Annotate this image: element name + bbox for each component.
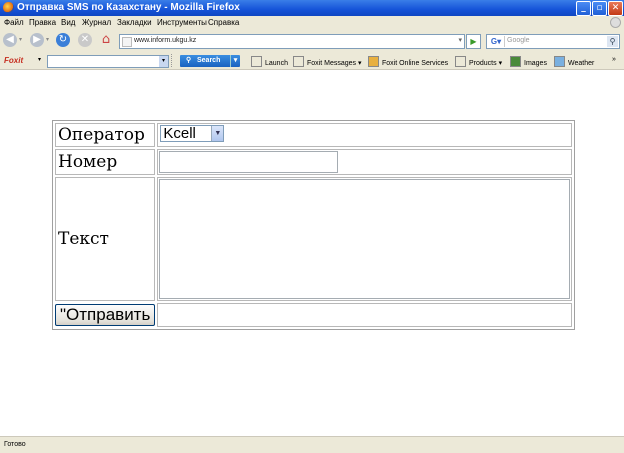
weather-icon (554, 56, 565, 67)
foxit-search-label: Search (197, 57, 221, 64)
foxit-messages-label: Foxit Messages (307, 60, 357, 67)
go-button[interactable]: ▶ (466, 34, 481, 49)
foxit-messages-button[interactable]: Foxit Messages ▾ (293, 56, 362, 67)
window-title: Отправка SMS по Казахстану - Mozilla Fir… (17, 2, 240, 13)
minimize-button[interactable]: _ (576, 1, 591, 16)
operator-value: Kcell (163, 125, 196, 142)
operator-select[interactable]: Kcell ▼ (160, 125, 225, 142)
toolbar-grip (171, 54, 175, 67)
firefox-icon (3, 2, 14, 13)
send-button[interactable]: "Отправить (55, 304, 156, 326)
url-bar[interactable]: www.inform.ukgu.kz ▾ (119, 34, 465, 49)
back-icon[interactable]: ◀ (3, 33, 17, 47)
messages-icon (293, 56, 304, 67)
foxit-toolbar: Foxit ▾ ▾ ⚲ Search ▾ Launch Foxit Messag… (0, 53, 624, 70)
launch-button[interactable]: Launch (251, 56, 288, 67)
throbber-icon (610, 17, 621, 28)
products-icon (455, 56, 466, 67)
number-cell (157, 149, 573, 175)
magnifier-icon: ⚲ (186, 57, 192, 64)
menu-history[interactable]: Журнал (82, 18, 111, 27)
launch-icon (251, 56, 262, 67)
online-services-icon (368, 56, 379, 67)
images-label: Images (524, 60, 547, 67)
search-dropdown-icon[interactable]: ▾ (230, 55, 240, 67)
operator-cell: Kcell ▼ (157, 123, 573, 147)
back-dropdown-icon[interactable]: ▾ (19, 36, 22, 43)
images-icon (510, 56, 521, 67)
text-cell (157, 177, 573, 301)
search-bar[interactable]: G▾ Google ⚲ (486, 34, 620, 49)
foxit-logo[interactable]: Foxit (4, 56, 23, 65)
search-placeholder: Google (507, 37, 530, 44)
search-icon[interactable]: ⚲ (607, 36, 618, 47)
google-engine-icon[interactable]: G▾ (488, 36, 505, 47)
text-label: Текст (55, 177, 156, 301)
toolbar-overflow-button[interactable]: » (612, 56, 616, 63)
number-row: Номер (55, 149, 573, 175)
empty-cell (157, 303, 573, 327)
status-text: Готово (4, 441, 26, 448)
message-textarea[interactable] (159, 179, 571, 299)
forward-icon[interactable]: ▶ (30, 33, 44, 47)
submit-cell: "Отправить (55, 303, 156, 327)
url-dropdown-icon[interactable]: ▾ (458, 36, 462, 44)
foxit-search-button[interactable]: ⚲ Search ▾ (180, 55, 240, 67)
title-bar: Отправка SMS по Казахстану - Mozilla Fir… (0, 0, 624, 16)
text-row: Текст (55, 177, 573, 301)
foxit-menu-dropdown-icon[interactable]: ▾ (38, 56, 41, 63)
menu-edit[interactable]: Правка (29, 18, 56, 27)
navigation-bar: ◀ ▾ ▶ ▾ ↻ ✕ ⌂ www.inform.ukgu.kz ▾ ▶ G▾ … (0, 29, 624, 54)
products-button[interactable]: Products ▾ (455, 56, 502, 67)
operator-label: Оператор (55, 123, 156, 147)
menu-file[interactable]: Файл (4, 18, 24, 27)
menu-tools[interactable]: Инструменты (157, 18, 207, 27)
number-label: Номер (55, 149, 156, 175)
page-content: Оператор Kcell ▼ Номер Текст "Отправить (0, 70, 624, 436)
menu-bookmarks[interactable]: Закладки (117, 18, 152, 27)
close-button[interactable]: ✕ (608, 1, 623, 16)
menu-bar: Файл Правка Вид Журнал Закладки Инструме… (0, 16, 624, 29)
online-services-label: Foxit Online Services (382, 60, 449, 67)
foxit-online-services-button[interactable]: Foxit Online Services (368, 56, 448, 67)
images-button[interactable]: Images (510, 56, 547, 67)
foxit-search-input[interactable]: ▾ (47, 55, 169, 68)
sms-form-table: Оператор Kcell ▼ Номер Текст "Отправить (52, 120, 576, 330)
home-icon[interactable]: ⌂ (99, 33, 113, 47)
page-favicon-icon (122, 37, 132, 47)
menu-view[interactable]: Вид (61, 18, 75, 27)
weather-button[interactable]: Weather (554, 56, 594, 67)
chevron-down-icon[interactable]: ▼ (211, 126, 224, 141)
number-input[interactable] (159, 151, 339, 173)
menu-help[interactable]: Справка (208, 18, 239, 27)
launch-label: Launch (265, 60, 288, 67)
status-bar: Готово (0, 436, 624, 453)
stop-icon[interactable]: ✕ (78, 33, 92, 47)
weather-label: Weather (568, 60, 595, 67)
forward-dropdown-icon[interactable]: ▾ (46, 36, 49, 43)
submit-row: "Отправить (55, 303, 573, 327)
foxit-history-dropdown-icon[interactable]: ▾ (159, 56, 168, 67)
url-text: www.inform.ukgu.kz (134, 37, 197, 44)
maximize-button[interactable]: ▫ (592, 1, 607, 16)
operator-row: Оператор Kcell ▼ (55, 123, 573, 147)
products-label: Products (469, 60, 497, 67)
reload-icon[interactable]: ↻ (56, 33, 70, 47)
